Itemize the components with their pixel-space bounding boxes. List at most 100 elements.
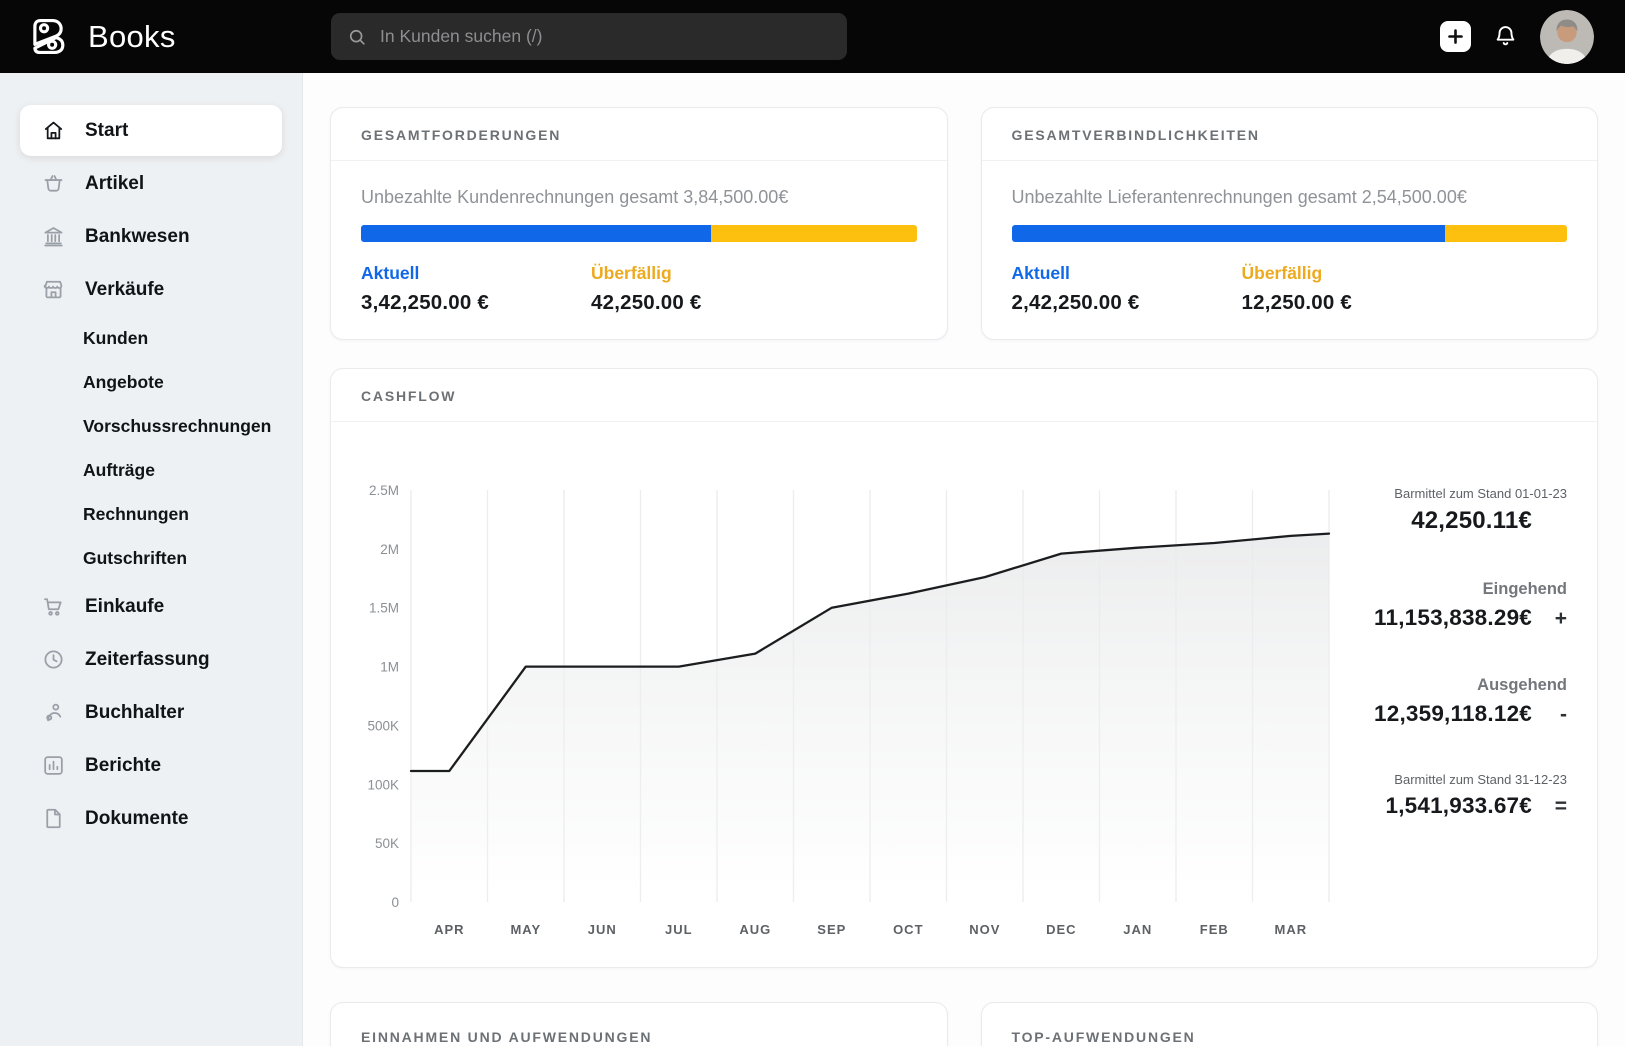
svg-text:NOV: NOV (969, 922, 1000, 937)
svg-text:2M: 2M (380, 542, 399, 557)
avatar[interactable] (1540, 9, 1594, 64)
sidebar-item-buchhalter[interactable]: Buchhalter (20, 687, 282, 738)
svg-text:0: 0 (391, 895, 399, 910)
sidebar-item-label: Angebote (83, 371, 164, 392)
overdue-label: Überfällig (591, 263, 672, 283)
payables-progress-bar (1011, 225, 1567, 242)
current-value: 2,42,250.00 € (1011, 291, 1140, 314)
sidebar-item-dokumente[interactable]: Dokumente (20, 793, 282, 844)
cashflow-title: CASHFLOW (331, 369, 1597, 422)
sidebar-item-berichte[interactable]: Berichte (20, 740, 282, 791)
notifications-button[interactable] (1492, 23, 1519, 50)
page: { "header": { "app_name": "Books", "sear… (0, 0, 1625, 1046)
receivables-title: GESAMTFORDERUNGEN (331, 108, 947, 161)
cashflow-stat: Eingehend 11,153,838.29€ + (1336, 580, 1567, 631)
cashflow-chart: 0 50K 100K 500K 1M 1.5M 2M 2.5M APR MAY JUN JUL AUG S… (367, 483, 1331, 937)
overdue-label: Überfällig (1241, 263, 1323, 283)
svg-text:OCT: OCT (893, 922, 923, 937)
stat-value: 11,153,838.29€ (1374, 605, 1532, 630)
main-content: GESAMTFORDERUNGEN Unbezahlte Kundenrechn… (303, 73, 1625, 1046)
document-icon (41, 806, 66, 831)
basket-icon (41, 171, 66, 196)
sidebar-item-artikel[interactable]: Artikel (20, 158, 282, 209)
sidebar-item-label: Aufträge (83, 459, 155, 480)
stat-value: 1,541,933.67€ (1385, 793, 1532, 818)
svg-text:FEB: FEB (1200, 922, 1229, 937)
sidebar-item-label: Artikel (85, 172, 145, 194)
sidebar-item-rechnungen[interactable]: Rechnungen (20, 493, 282, 535)
search-icon (349, 29, 365, 45)
search-input[interactable] (378, 25, 831, 48)
income-expense-card: EINNAHMEN UND AUFWENDUNGEN (330, 1002, 948, 1046)
sidebar-item-kunden[interactable]: Kunden (20, 317, 282, 359)
sidebar-item-gutschriften[interactable]: Gutschriften (20, 537, 282, 579)
stat-label: Barmittel zum Stand 01-01-23 (1394, 486, 1567, 501)
sidebar-item-einkaufe[interactable]: Einkaufe (20, 581, 282, 632)
sidebar-item-label: Einkaufe (85, 595, 165, 617)
app-body: Start Artikel Bankwesen Verkäufe Kunden Angeb… (0, 73, 1625, 1046)
overdue-bar-segment (710, 225, 917, 242)
sidebar-item-label: Bankwesen (85, 225, 190, 247)
sidebar: Start Artikel Bankwesen Verkäufe Kunden Angeb… (0, 73, 303, 1046)
app-title: Books (88, 18, 176, 54)
overdue-value: 12,250.00 € (1241, 291, 1352, 314)
stat-value: 42,250.11€ (1411, 507, 1532, 534)
svg-text:DEC: DEC (1046, 922, 1076, 937)
svg-text:1M: 1M (380, 660, 399, 675)
sidebar-item-vorschussrechnungen[interactable]: Vorschussrechnungen (20, 405, 282, 447)
svg-text:APR: APR (434, 922, 464, 937)
current-label: Aktuell (1011, 263, 1070, 283)
current-value: 3,42,250.00 € (361, 291, 489, 314)
sidebar-item-start[interactable]: Start (20, 105, 282, 156)
svg-text:2.5M: 2.5M (369, 483, 399, 498)
svg-text:JUN: JUN (588, 922, 617, 937)
svg-text:100K: 100K (367, 777, 399, 792)
svg-text:500K: 500K (367, 718, 399, 733)
person-icon (41, 700, 66, 725)
svg-text:AUG: AUG (739, 922, 771, 937)
svg-text:50K: 50K (375, 836, 399, 851)
receivables-subtitle: Unbezahlte Kundenrechnungen gesamt 3,84,… (361, 187, 789, 207)
stat-value: 12,359,118.12€ (1374, 701, 1532, 726)
sidebar-item-label: Start (85, 119, 129, 141)
cashflow-chart-area: 0 50K 100K 500K 1M 1.5M 2M 2.5M APR MAY JUN JUL AUG S… (361, 422, 1336, 962)
cashflow-stat: Barmittel zum Stand 31-12-23 1,541,933.67… (1336, 772, 1568, 819)
current-bar-segment (361, 225, 711, 242)
stat-sign: = (1554, 795, 1567, 818)
sidebar-item-label: Zeiterfassung (85, 648, 210, 670)
cashflow-stats: Barmittel zum Stand 01-01-23 42,250.11€ Ei… (1336, 422, 1567, 962)
clock-icon (41, 647, 66, 672)
sidebar-item-label: Berichte (85, 754, 162, 776)
svg-text:MAR: MAR (1274, 922, 1307, 937)
cashflow-stat: Ausgehend 12,359,118.12€ - (1336, 676, 1567, 727)
storefront-icon (41, 277, 66, 302)
overdue-bar-segment (1444, 225, 1567, 242)
sidebar-item-verkaeufe[interactable]: Verkäufe (20, 264, 282, 315)
search-bar[interactable] (331, 13, 847, 60)
plus-icon (1448, 29, 1463, 44)
income-expense-title: EINNAHMEN UND AUFWENDUNGEN (361, 1029, 653, 1045)
cashflow-card: CASHFLOW 0 50K 100K 500K 1M 1.5M 2M 2.5M APR MAY J… (330, 368, 1598, 968)
current-bar-segment (1011, 225, 1445, 242)
sidebar-item-angebote[interactable]: Angebote (20, 361, 282, 403)
bottom-row: EINNAHMEN UND AUFWENDUNGEN TOP-AUFWENDUN… (330, 1002, 1598, 1046)
receivables-progress-bar (361, 225, 917, 242)
cart-icon (41, 594, 66, 619)
current-label: Aktuell (361, 263, 420, 283)
svg-text:SEP: SEP (817, 922, 846, 937)
sidebar-item-zeiterfassung[interactable]: Zeiterfassung (20, 634, 282, 685)
add-button[interactable] (1440, 21, 1471, 52)
sidebar-item-label: Vorschussrechnungen (83, 415, 272, 436)
sidebar-item-bankwesen[interactable]: Bankwesen (20, 211, 282, 262)
brand: Books (0, 14, 276, 59)
sidebar-item-label: Dokumente (85, 807, 189, 829)
sidebar-item-label: Verkäufe (85, 278, 165, 300)
sidebar-item-label: Rechnungen (83, 503, 189, 524)
avatar-image (1540, 9, 1594, 64)
top-header: Books (0, 0, 1625, 73)
receivables-card: GESAMTFORDERUNGEN Unbezahlte Kundenrechn… (330, 107, 948, 340)
sidebar-item-label: Kunden (83, 327, 149, 348)
sidebar-item-label: Buchhalter (85, 701, 185, 723)
sidebar-item-auftraege[interactable]: Aufträge (20, 449, 282, 491)
overdue-value: 42,250.00 € (591, 291, 702, 314)
